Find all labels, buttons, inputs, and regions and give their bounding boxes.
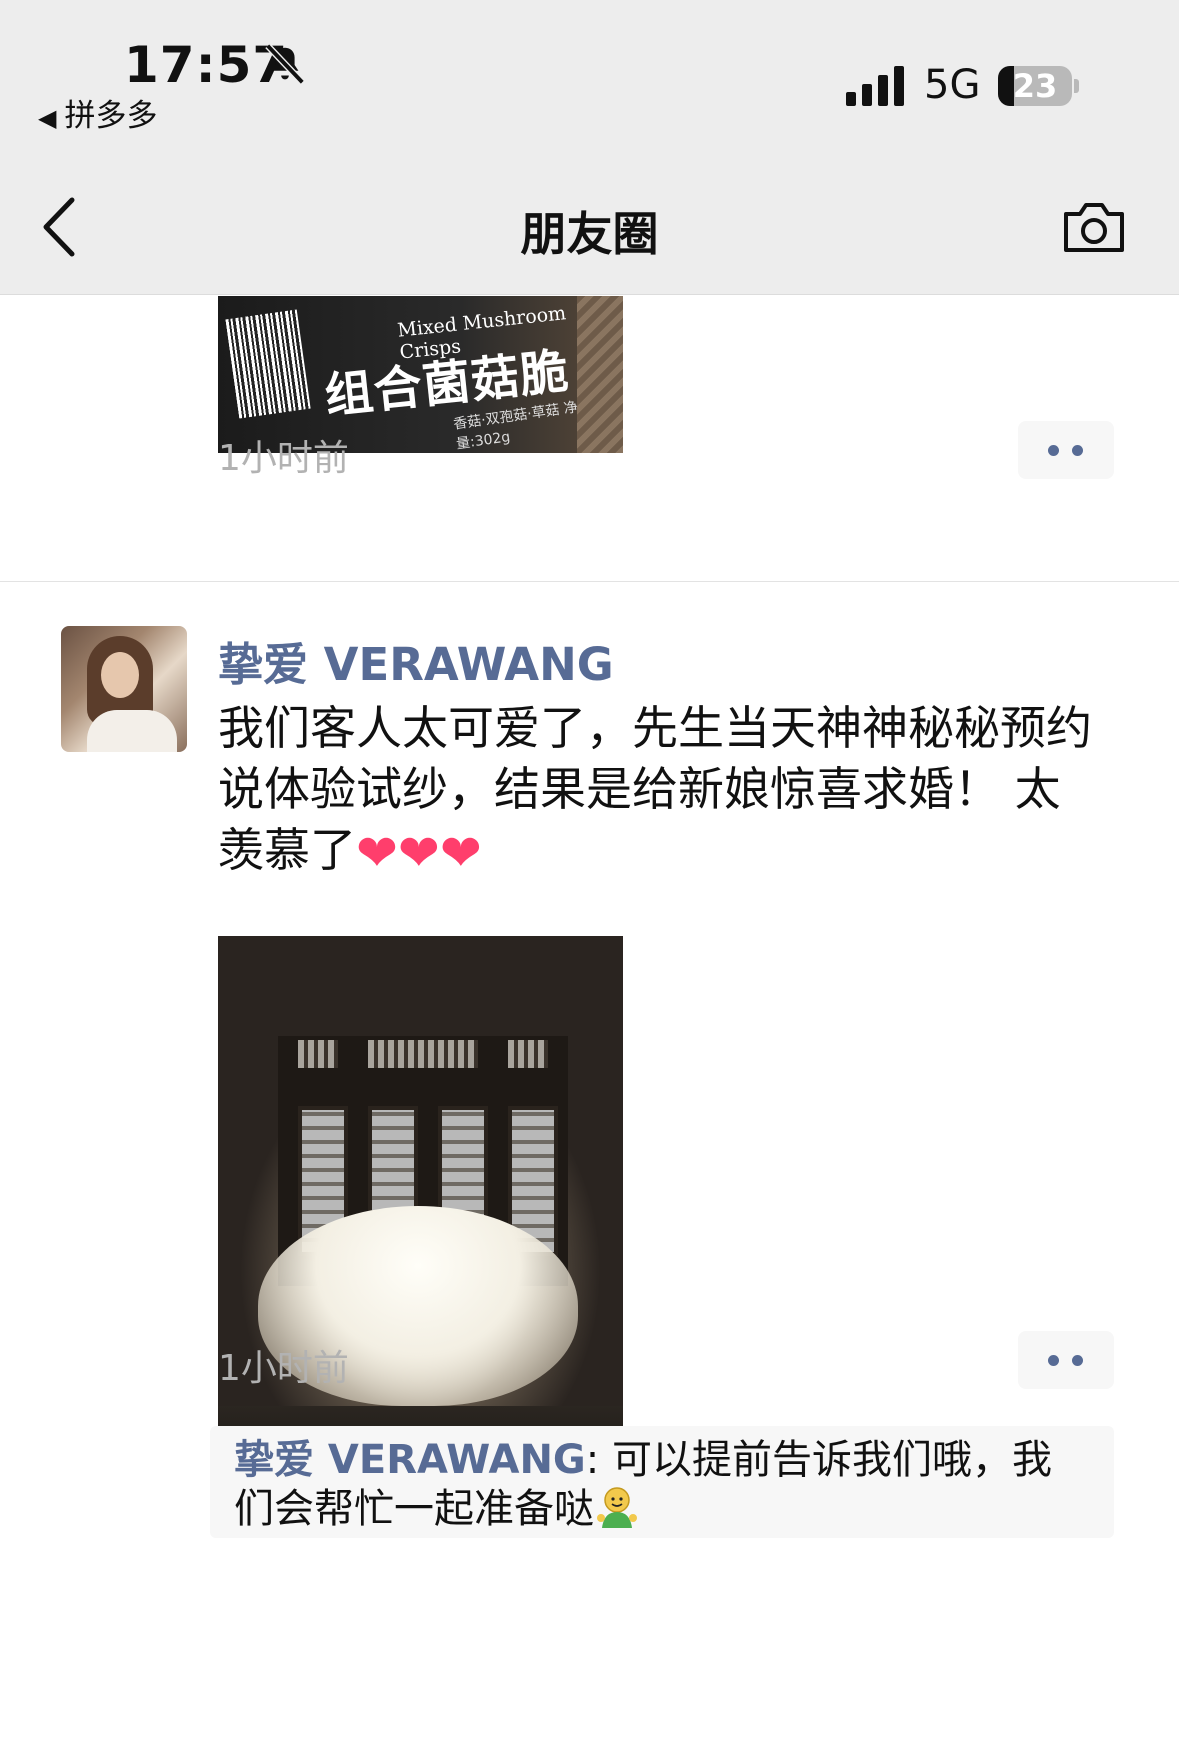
more-options-button[interactable] (1018, 421, 1114, 479)
post-divider (0, 581, 1179, 582)
top-bar: 17:57 ◀ 拼多多 5G 23 朋友圈 (0, 0, 1179, 295)
post-text: 我们客人太可爱了，先生当天神神秘秘预约说体验试纱，结果是给新娘惊喜求婚！ 太羡慕… (218, 698, 1098, 881)
comment-separator: : (585, 1437, 612, 1483)
comment-author[interactable]: 挚爱 VERAWANG (234, 1437, 586, 1483)
post-time: 1小时前 (218, 1348, 349, 1389)
post-photo-bride[interactable] (218, 936, 623, 1476)
battery-icon: 23 (998, 66, 1079, 106)
heart-emoji-icon: ❤ (356, 824, 398, 882)
page-title: 朋友圈 (520, 207, 659, 261)
bell-slash-icon (265, 43, 305, 85)
more-dots-icon (1048, 445, 1059, 456)
heart-emoji-icon: ❤ (439, 824, 482, 882)
moments-feed[interactable]: Mixed Mushroom Crisps 组合菌菇脆 香菇·双孢菇·草菇 净含… (0, 296, 1179, 1763)
more-options-button[interactable] (1018, 1331, 1114, 1389)
back-app-label: 拼多多 (64, 98, 158, 134)
signal-icon (846, 66, 904, 106)
heart-emoji-icon: ❤ (397, 824, 440, 882)
avatar[interactable] (61, 626, 187, 752)
back-triangle-icon: ◀ (38, 104, 57, 132)
post-author[interactable]: 挚爱 VERAWANG (218, 628, 614, 693)
post-time: 1小时前 (218, 438, 349, 479)
more-dots-icon (1048, 1355, 1059, 1366)
network-label: 5G (924, 62, 981, 108)
smile-emoji-icon (597, 1487, 637, 1528)
comment-item[interactable]: 挚爱 VERAWANG: 可以提前告诉我们哦，我们会帮忙一起准备哒 (210, 1426, 1114, 1538)
camera-icon[interactable] (1062, 200, 1126, 254)
post-text-body: 我们客人太可爱了，先生当天神神秘秘预约说体验试纱，结果是给新娘惊喜求婚！ 太羡慕… (218, 701, 1092, 877)
barcode-graphic (225, 309, 311, 419)
back-to-app-link[interactable]: ◀ 拼多多 (38, 90, 157, 135)
battery-level: 23 (1012, 67, 1058, 105)
